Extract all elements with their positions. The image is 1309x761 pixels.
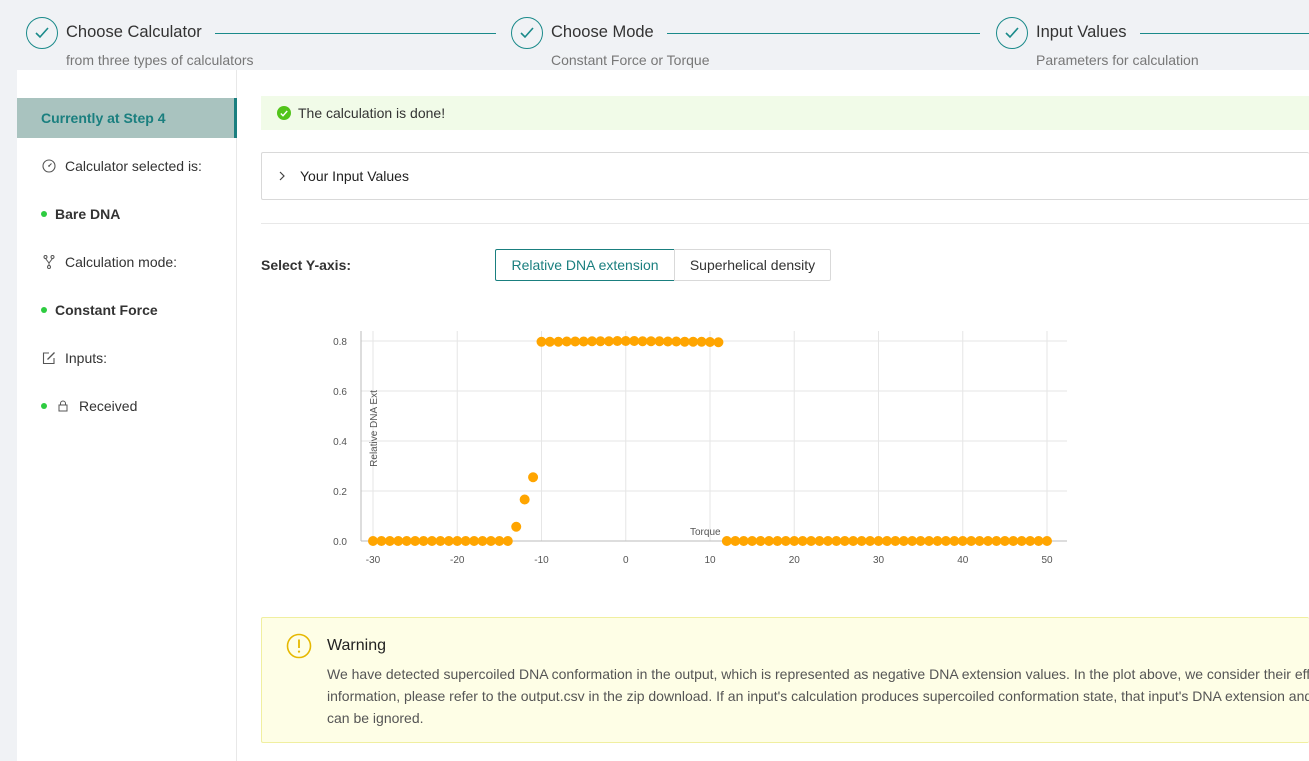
x-tick-label: 20 (789, 555, 801, 566)
x-tick-label: 10 (704, 555, 716, 566)
y-tick-label: 0.0 (333, 537, 347, 548)
lock-icon (55, 400, 71, 412)
scatter-chart: -30 -20 -10 0 10 20 30 40 50 0.0 0.2 0.4 0.6 0.8 Torqu… (261, 310, 1309, 676)
step-connector (1140, 33, 1309, 34)
x-tick-label: 50 (1041, 555, 1053, 566)
warning-alert: Warning We have detected supercoiled DNA… (261, 617, 1309, 743)
sidebar-value-inputs: Received (41, 398, 137, 414)
step-title: Choose Calculator (66, 23, 202, 41)
chart-svg: -30 -20 -10 0 10 20 30 40 50 0.0 0.2 0.4 0.6 0.8 Torqu… (272, 331, 1067, 676)
sidebar-item-inputs[interactable]: Inputs: (41, 350, 107, 366)
data-point (519, 494, 530, 505)
input-values-collapse[interactable]: Your Input Values (261, 152, 1309, 200)
x-tick-label: -30 (366, 555, 381, 566)
steps-bar: Choose Calculator from three types of ca… (0, 0, 1309, 70)
y-tick-label: 0.6 (333, 387, 347, 398)
collapse-header-label: Your Input Values (300, 168, 409, 184)
data-point (511, 521, 522, 532)
option-superhelical-density[interactable]: Superhelical density (674, 249, 831, 281)
warning-line: can be ignored. (327, 710, 424, 726)
step-description: Parameters for calculation (1036, 52, 1199, 68)
status-dot (41, 211, 47, 217)
sidebar: Currently at Step 4 Calculator selected … (17, 70, 237, 761)
sidebar-item-label: Calculation mode: (65, 254, 178, 270)
y-tick-label: 0.4 (333, 437, 347, 448)
divider (261, 223, 1309, 224)
sidebar-item-calculator[interactable]: Calculator selected is: (41, 158, 202, 174)
sidebar-value-calculator: Bare DNA (41, 206, 120, 222)
chevron-right-icon (278, 171, 286, 181)
check-icon (511, 17, 543, 49)
x-axis-title: Torque (690, 527, 721, 538)
y-axis-select-label: Select Y-axis: (261, 257, 352, 273)
data-point (528, 472, 539, 483)
success-message: The calculation is done! (298, 105, 446, 121)
x-tick-label: 0 (623, 555, 629, 566)
sidebar-value-label: Bare DNA (55, 206, 121, 222)
x-tick-label: 30 (873, 555, 885, 566)
dashboard-icon (41, 159, 57, 173)
step-title: Choose Mode (551, 23, 654, 41)
step-title: Input Values (1036, 23, 1127, 41)
sidebar-item-label: Inputs: (65, 350, 108, 366)
data-point (1042, 536, 1052, 546)
sidebar-item-label: Calculator selected is: (65, 158, 202, 174)
data-point (713, 337, 724, 348)
x-tick-label: -10 (534, 555, 549, 566)
step-description: Constant Force or Torque (551, 52, 710, 68)
status-dot (41, 403, 47, 409)
data-point (502, 536, 513, 546)
y-tick-label: 0.2 (333, 487, 347, 498)
edit-icon (41, 351, 57, 365)
warning-line: We have detected supercoiled DNA conform… (327, 666, 1309, 682)
y-tick-label: 0.8 (333, 337, 347, 348)
sidebar-current-step[interactable]: Currently at Step 4 (17, 98, 237, 138)
sidebar-item-mode[interactable]: Calculation mode: (41, 254, 177, 270)
check-icon (996, 17, 1028, 49)
success-alert: The calculation is done! (261, 96, 1309, 130)
y-axis-title: Relative DNA Ext (369, 390, 380, 467)
check-circle-icon (277, 106, 291, 120)
warning-title: Warning (327, 637, 386, 654)
step-connector (667, 33, 980, 34)
fork-icon (41, 255, 57, 269)
step-connector (215, 33, 496, 34)
check-icon (26, 17, 58, 49)
x-tick-label: 40 (957, 555, 969, 566)
sidebar-value-mode: Constant Force (41, 302, 158, 318)
step-description: from three types of calculators (66, 52, 254, 68)
x-tick-label: -20 (450, 555, 465, 566)
warning-text: We have detected supercoiled DNA conform… (327, 663, 1309, 729)
sidebar-value-label: Received (79, 398, 138, 414)
main-panel: Currently at Step 4 Calculator selected … (17, 70, 1309, 761)
status-dot (41, 307, 47, 313)
warning-icon (286, 633, 312, 664)
warning-line: information, please refer to the output.… (327, 688, 1309, 704)
option-relative-dna-extension[interactable]: Relative DNA extension (495, 249, 675, 281)
sidebar-value-label: Constant Force (55, 302, 158, 318)
